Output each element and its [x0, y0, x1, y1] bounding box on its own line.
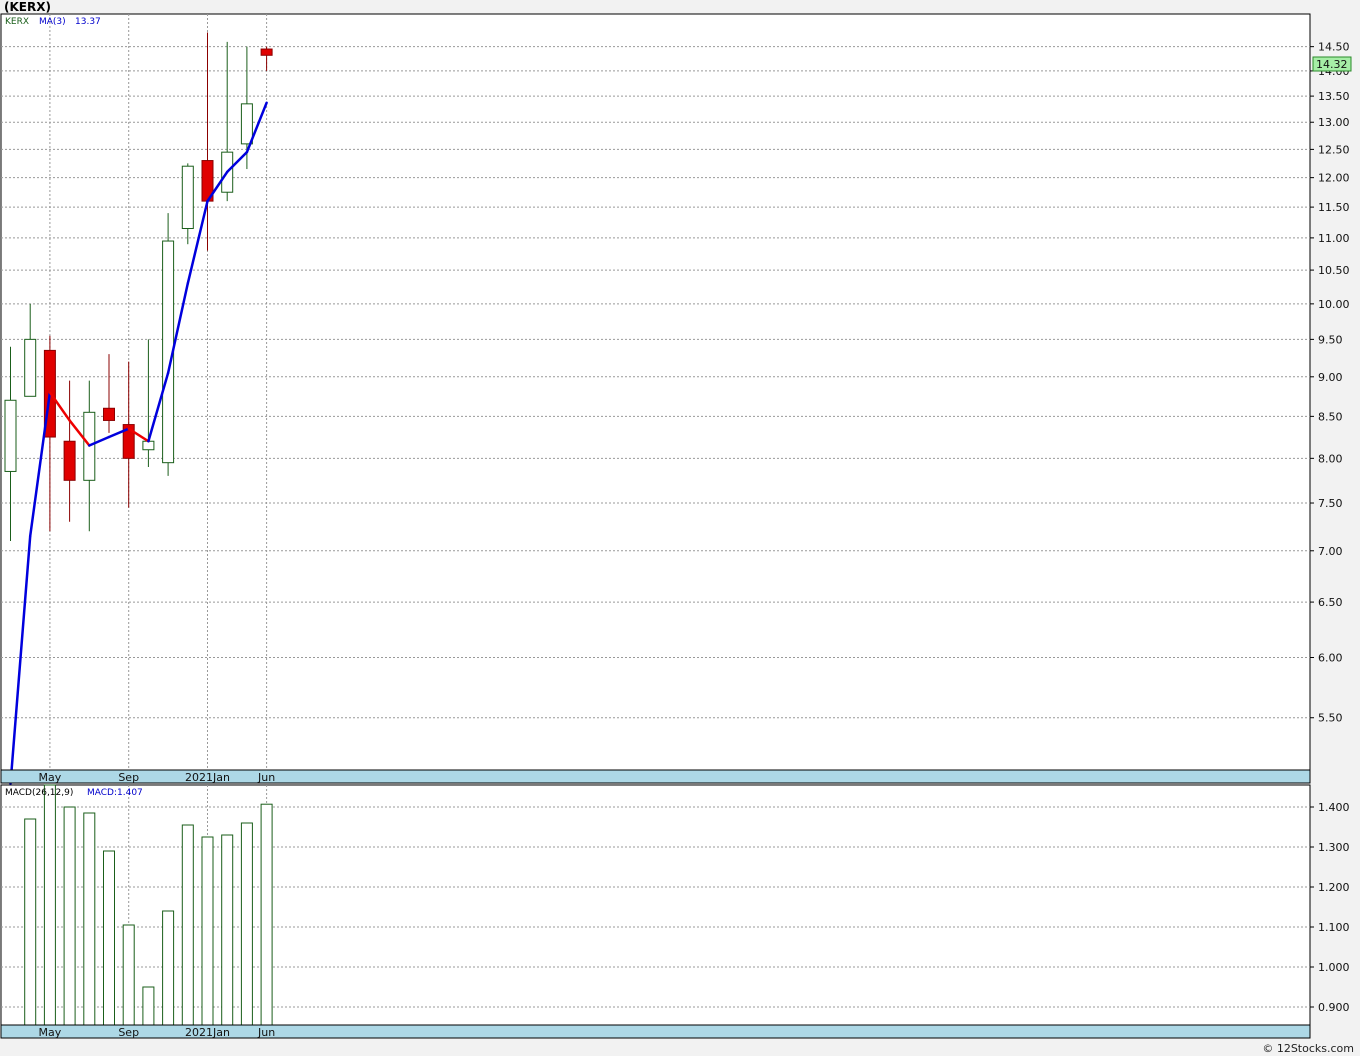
- macd-bar: [201, 836, 214, 1026]
- price-x-tick-label: Sep: [118, 771, 139, 784]
- macd-bar: [83, 812, 96, 1026]
- price-y-tick-label: 12.50: [1318, 143, 1350, 156]
- legend-symbol: KERX: [5, 17, 29, 27]
- macd-bar: [24, 818, 37, 1026]
- price-y-tick-label: 6.50: [1318, 596, 1343, 609]
- price-y-tick-label: 13.00: [1318, 116, 1350, 129]
- macd-bar: [43, 784, 56, 1026]
- legend-ma-value: 13.37: [75, 17, 101, 27]
- candle-body: [142, 440, 155, 451]
- price-y-tick-label: 12.00: [1318, 172, 1350, 185]
- macd-x-tick-label: Sep: [118, 1026, 139, 1039]
- candle-body: [260, 48, 273, 56]
- legend-ma-label: MA(3): [39, 17, 66, 27]
- price-y-tick-label: 9.00: [1318, 371, 1343, 384]
- price-y-tick-label: 9.50: [1318, 333, 1343, 346]
- macd-y-tick-label: 1.400: [1318, 801, 1350, 814]
- macd-y-tick-label: 1.200: [1318, 881, 1350, 894]
- macd-bar: [221, 834, 234, 1026]
- macd-bar: [260, 803, 273, 1026]
- macd-plot-area: [0, 784, 1311, 1026]
- price-y-tick-label: 14.50: [1318, 41, 1350, 54]
- macd-bar: [240, 822, 253, 1026]
- macd-bar: [181, 824, 194, 1026]
- price-y-tick-label: 11.50: [1318, 201, 1350, 214]
- macd-y-tick-label: 1.100: [1318, 921, 1350, 934]
- price-y-tick-label: 5.50: [1318, 712, 1343, 725]
- candle-body: [103, 407, 115, 421]
- candle-body: [240, 103, 253, 145]
- price-y-tick-label: 8.50: [1318, 410, 1343, 423]
- macd-bar: [63, 806, 76, 1026]
- price-y-tick-label: 6.00: [1318, 651, 1343, 664]
- macd-y-tick-label: 1.300: [1318, 841, 1350, 854]
- candle-body: [181, 165, 194, 230]
- price-y-tick-label: 8.00: [1318, 452, 1343, 465]
- price-y-axis: 5.50 6.00 6.50 7.00 7.50 8.00 8.50 9.00 9.50 10.0…: [1310, 41, 1350, 725]
- watermark: © 12Stocks.com: [1262, 1042, 1354, 1055]
- macd-bar: [103, 850, 115, 1026]
- price-y-tick-label: 13.50: [1318, 90, 1350, 103]
- macd-y-tick-label: 1.000: [1318, 961, 1350, 974]
- candle-body: [63, 440, 76, 481]
- macd-panel: 0.900 1.000 1.100 1.200 1.300 1.400 May Sep 202…: [0, 784, 1350, 1039]
- price-panel: 5.50 6.00 6.50 7.00 7.50 8.00 8.50 9.00 9.50 10.0…: [0, 13, 1352, 785]
- macd-x-tick-label: Jun: [257, 1026, 275, 1039]
- last-price-badge: 14.32: [1312, 56, 1352, 72]
- candle-body: [4, 399, 17, 472]
- legend-macd-label: MACD(26,12,9): [5, 788, 73, 798]
- price-y-tick-label: 11.00: [1318, 232, 1350, 245]
- price-legend: KERX MA(3) 13.37: [5, 17, 101, 27]
- price-y-tick-label: 10.00: [1318, 298, 1350, 311]
- macd-x-tick-label: May: [39, 1026, 62, 1039]
- last-price-value: 14.32: [1316, 58, 1348, 71]
- macd-bar: [142, 986, 155, 1026]
- macd-bar: [162, 910, 175, 1026]
- price-plot-area: [0, 13, 1311, 771]
- macd-x-tick-label: 2021Jan: [185, 1026, 230, 1039]
- macd-y-tick-label: 0.900: [1318, 1001, 1350, 1014]
- price-x-tick-label: Jun: [257, 771, 275, 784]
- price-x-tick-label: May: [39, 771, 62, 784]
- price-y-tick-label: 7.50: [1318, 497, 1343, 510]
- price-x-tick-label: 2021Jan: [185, 771, 230, 784]
- price-y-tick-label: 7.00: [1318, 545, 1343, 558]
- chart-canvas: 5.50 6.00 6.50 7.00 7.50 8.00 8.50 9.00 9.50 10.0…: [0, 13, 1352, 1039]
- macd-y-axis: 0.900 1.000 1.100 1.200 1.300 1.400: [1310, 801, 1350, 1014]
- legend-macd-value: MACD:1.407: [87, 788, 143, 798]
- price-y-tick-label: 10.50: [1318, 264, 1350, 277]
- candle-body: [24, 338, 37, 397]
- macd-bar: [122, 924, 135, 1026]
